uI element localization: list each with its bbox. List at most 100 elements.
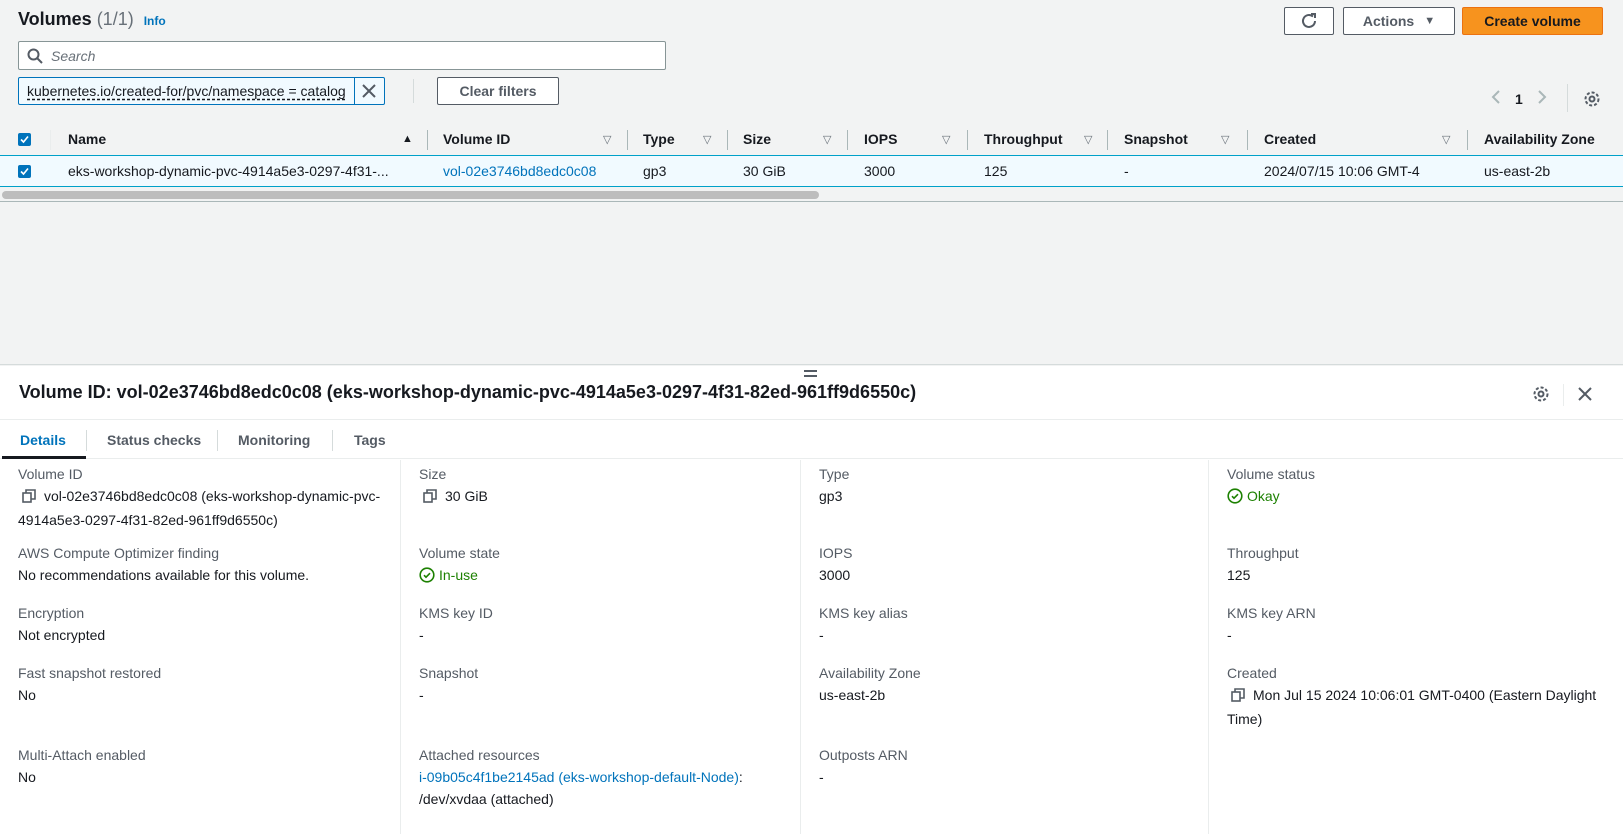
tab-divider: [217, 430, 218, 451]
column-divider[interactable]: [627, 130, 628, 150]
field-label: Volume ID: [18, 466, 83, 482]
field-value: No: [18, 769, 36, 785]
table-preferences-button[interactable]: [1583, 90, 1601, 111]
column-divider: [50, 130, 51, 150]
field-kms-key-alias: KMS key alias -: [819, 602, 908, 646]
field-label: Volume status: [1227, 466, 1315, 482]
copy-icon[interactable]: [423, 487, 437, 509]
column-header-iops[interactable]: IOPS ▽: [864, 123, 964, 155]
field-label: Created: [1227, 665, 1277, 681]
tab-tags[interactable]: Tags: [354, 420, 386, 459]
clear-filters-button[interactable]: Clear filters: [437, 77, 559, 105]
column-header-snapshot[interactable]: Snapshot ▽: [1124, 123, 1244, 155]
active-tab-indicator: [2, 456, 86, 459]
tab-status-checks[interactable]: Status checks: [107, 420, 201, 459]
field-value: -: [419, 627, 424, 643]
filter-token: kubernetes.io/created-for/pvc/namespace …: [18, 77, 385, 105]
field-value: -: [819, 627, 824, 643]
tab-monitoring[interactable]: Monitoring: [238, 420, 310, 459]
tab-divider: [332, 430, 333, 451]
field-fast-snapshot-restored: Fast snapshot restored No: [18, 662, 161, 706]
actions-button[interactable]: Actions ▼: [1343, 7, 1455, 35]
field-value: 3000: [819, 567, 851, 583]
sort-icon: ▽: [942, 133, 951, 146]
panel-controls-divider: [1563, 384, 1564, 406]
column-divider[interactable]: [1247, 130, 1248, 150]
column-header-volume-id[interactable]: Volume ID ▽: [443, 123, 623, 155]
field-value: us-east-2b: [819, 687, 886, 703]
column-label: Throughput: [984, 131, 1063, 147]
field-multi-attach: Multi-Attach enabled No: [18, 744, 146, 788]
attached-instance-link[interactable]: i-09b05c4f1be2145ad (eks-workshop-defaul…: [419, 769, 739, 785]
status-value: In-use: [439, 567, 478, 583]
refresh-button[interactable]: [1284, 7, 1334, 35]
close-panel-button[interactable]: [1577, 386, 1593, 405]
search-input[interactable]: [51, 47, 651, 64]
field-outposts-arn: Outposts ARN -: [819, 744, 908, 788]
column-header-throughput[interactable]: Throughput ▽: [984, 123, 1104, 155]
row-checkbox[interactable]: [18, 156, 31, 186]
field-value: No recommendations available for this vo…: [18, 567, 310, 583]
resize-handle[interactable]: [804, 370, 817, 380]
column-divider[interactable]: [847, 130, 848, 150]
field-value: 30 GiB: [445, 488, 488, 504]
column-header-size[interactable]: Size ▽: [743, 123, 843, 155]
scrollbar-thumb[interactable]: [2, 191, 819, 199]
panel-preferences-button[interactable]: [1532, 385, 1550, 406]
tab-details[interactable]: Details: [20, 420, 66, 459]
field-label: Volume state: [419, 545, 500, 561]
field-value: -: [819, 769, 824, 785]
details-column: Volume status Okay Throughput 125 KMS ke…: [1208, 460, 1623, 834]
field-kms-key-arn: KMS key ARN -: [1227, 602, 1316, 646]
filter-divider: [413, 79, 414, 103]
create-volume-button[interactable]: Create volume: [1462, 7, 1603, 35]
info-link[interactable]: Info: [144, 14, 166, 28]
remove-filter-button[interactable]: [355, 78, 384, 104]
close-icon: [362, 84, 376, 98]
field-label: Size: [419, 466, 447, 482]
field-attached-resources: Attached resources i-09b05c4f1be2145ad (…: [419, 744, 743, 810]
column-header-created[interactable]: Created ▽: [1264, 123, 1464, 155]
search-field[interactable]: [18, 41, 666, 70]
cell-availability-zone: us-east-2b: [1484, 163, 1551, 179]
horizontal-scrollbar[interactable]: [0, 188, 1623, 202]
copy-icon[interactable]: [22, 487, 36, 509]
check-icon: [20, 167, 29, 175]
column-divider[interactable]: [427, 130, 428, 150]
volumes-list-pane: Volumes (1/1) Info Actions ▼ Create volu…: [0, 0, 1623, 365]
filter-token-label[interactable]: kubernetes.io/created-for/pvc/namespace …: [19, 78, 355, 104]
copy-icon[interactable]: [1231, 686, 1245, 708]
cell-iops: 3000: [864, 163, 896, 179]
field-kms-key-id: KMS key ID -: [419, 602, 493, 646]
column-divider[interactable]: [1107, 130, 1108, 150]
column-divider[interactable]: [1467, 130, 1468, 150]
volume-id-link[interactable]: vol-02e3746bd8edc0c08 (eks-workshop-dyna…: [44, 488, 380, 504]
select-all-checkbox[interactable]: [18, 123, 31, 155]
field-label: IOPS: [819, 545, 853, 561]
page-title: Volumes: [18, 9, 92, 29]
field-label: Snapshot: [419, 665, 479, 681]
column-header-availability-zone[interactable]: Availability Zone: [1484, 123, 1623, 155]
column-header-type[interactable]: Type ▽: [643, 123, 723, 155]
cell-snapshot: -: [1124, 163, 1129, 179]
volume-id-link-continued[interactable]: 4914a5e3-0297-4f31-82ed-961ff9d6550c): [18, 512, 278, 528]
column-divider[interactable]: [967, 130, 968, 150]
next-page-button[interactable]: [1535, 89, 1549, 108]
details-column: Size 30 GiB Volume state In-use KMS key …: [400, 460, 800, 834]
sort-ascending-icon: ▲: [402, 133, 413, 145]
column-divider[interactable]: [727, 130, 728, 150]
page-number[interactable]: 1: [1515, 91, 1523, 107]
field-value: Mon Jul 15 2024 10:06:01 GMT-0400 (Easte…: [1253, 687, 1597, 703]
field-value: Not encrypted: [18, 627, 106, 643]
table-row[interactable]: eks-workshop-dynamic-pvc-4914a5e3-0297-4…: [0, 155, 1623, 187]
status-success-icon: [1227, 488, 1243, 504]
cell-volume-id-link[interactable]: vol-02e3746bd8edc0c08: [443, 156, 596, 186]
column-header-name[interactable]: Name ▲: [68, 123, 418, 155]
previous-page-button[interactable]: [1489, 89, 1503, 108]
field-volume-state: Volume state In-use: [419, 542, 500, 586]
sort-icon: ▽: [1442, 133, 1451, 146]
attached-device: /dev/xvdaa (attached): [419, 791, 554, 807]
sort-icon: ▽: [703, 133, 712, 146]
field-snapshot: Snapshot -: [419, 662, 478, 706]
field-label: AWS Compute Optimizer finding: [18, 545, 219, 561]
